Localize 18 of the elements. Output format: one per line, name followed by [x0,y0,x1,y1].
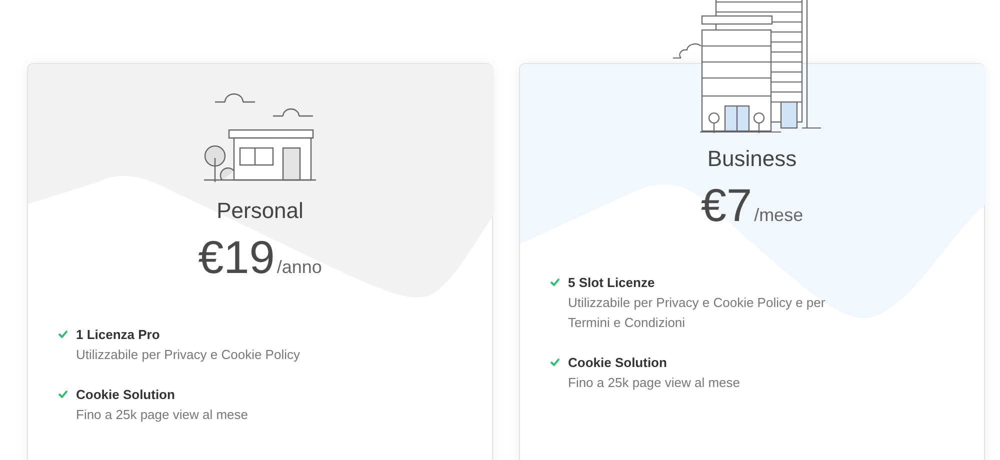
feature-description: Utilizzabile per Privacy e Cookie Policy e per Termini e Condizioni [568,294,826,332]
feature-title: 5 Slot Licenze [568,274,656,292]
check-icon [550,358,560,366]
feature-description: Fino a 25k page view al mese [568,374,740,392]
feature-description: Utilizzabile per Privacy e Cookie Policy [76,346,300,364]
feature-title: Cookie Solution [568,354,668,372]
plan-price: €19 [198,234,275,280]
price-period: /mese [754,204,804,227]
plan-name: Business [707,148,797,170]
feature-title: Cookie Solution [76,386,176,404]
check-icon [550,278,560,286]
plan-price: €7 [700,182,752,228]
feature-description: Fino a 25k page view al mese [76,406,248,424]
check-icon [58,330,68,338]
plan-name: Personal [216,200,304,222]
check-icon [58,390,68,398]
price-period: /anno [276,256,322,279]
feature-title: 1 Licenza Pro [76,326,161,344]
